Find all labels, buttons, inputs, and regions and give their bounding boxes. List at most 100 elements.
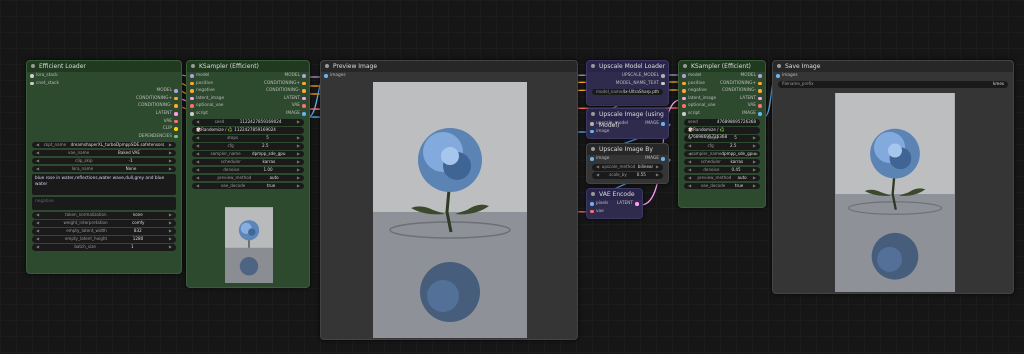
slot-input[interactable]: negative bbox=[679, 87, 722, 95]
increment-arrow-icon[interactable]: ▶ bbox=[169, 244, 172, 250]
increment-arrow-icon[interactable]: ▶ bbox=[753, 135, 756, 141]
decrement-arrow-icon[interactable]: ◀ bbox=[36, 228, 39, 234]
decrement-arrow-icon[interactable]: ◀ bbox=[36, 158, 39, 164]
widget[interactable]: ◀ sampler_name dpmpp_sde_gpu ▶ bbox=[684, 151, 760, 158]
widget[interactable]: ◀ scale_by 0.55 ▶ bbox=[592, 172, 663, 179]
output-dot[interactable] bbox=[302, 104, 306, 108]
widget[interactable]: ◀ cfg 2.5 ▶ bbox=[684, 143, 760, 150]
widget[interactable]: ◀ clip_skip -1 ▶ bbox=[32, 157, 176, 165]
decrement-arrow-icon[interactable]: ◀ bbox=[196, 151, 199, 157]
input-dot[interactable] bbox=[776, 74, 780, 78]
increment-arrow-icon[interactable]: ▶ bbox=[753, 183, 756, 189]
slot-input[interactable]: pixels bbox=[587, 200, 615, 208]
widget[interactable]: ◀ token_normalization none ▶ bbox=[32, 212, 176, 219]
widget[interactable]: ◀ denoise 1.00 ▶ bbox=[192, 167, 304, 174]
increment-arrow-icon[interactable]: ▶ bbox=[297, 159, 300, 165]
increment-arrow-icon[interactable]: ▶ bbox=[297, 151, 300, 157]
decrement-arrow-icon[interactable]: ◀ bbox=[36, 244, 39, 250]
seed-widget[interactable]: ◀ seed 1122427859169024 ▶ bbox=[192, 119, 304, 126]
slot-input[interactable]: positive bbox=[679, 80, 720, 88]
node-upscale-image-by[interactable]: Upscale Image By image IMAGE ◀ upscale_me… bbox=[586, 143, 669, 184]
slot-output[interactable]: VAE bbox=[27, 118, 181, 126]
increment-arrow-icon[interactable]: ▶ bbox=[656, 172, 659, 178]
widget[interactable]: ◀ empty_latent_height 1280 ▶ bbox=[32, 236, 176, 243]
decrement-arrow-icon[interactable]: ◀ bbox=[688, 175, 691, 181]
widget[interactable]: ◀ ckpt_name dreamshaperXL_turboDpmppSDE.sa… bbox=[32, 141, 176, 149]
decrement-arrow-icon[interactable]: ◀ bbox=[688, 167, 691, 173]
slot-input[interactable]: latent_image bbox=[679, 95, 722, 103]
widget[interactable]: ◀ preview_method auto ▶ bbox=[192, 175, 304, 182]
increment-arrow-icon[interactable]: ▶ bbox=[169, 158, 172, 164]
decrement-arrow-icon[interactable]: ◀ bbox=[36, 166, 39, 172]
slot-output[interactable]: LATENT bbox=[27, 110, 181, 118]
output-dot[interactable] bbox=[758, 96, 762, 101]
output-dot[interactable] bbox=[635, 202, 639, 206]
output-dot[interactable] bbox=[174, 104, 178, 108]
node-save-image[interactable]: Save Image images filename_prefix kmes bbox=[772, 60, 1014, 294]
node-ksampler-1[interactable]: KSampler (Efficient) model MODEL positive C… bbox=[186, 60, 310, 288]
input-dot[interactable] bbox=[682, 74, 686, 78]
output-dot[interactable] bbox=[758, 81, 762, 86]
output-dot[interactable] bbox=[174, 119, 178, 124]
decrement-arrow-icon[interactable]: ◀ bbox=[36, 236, 39, 242]
increment-arrow-icon[interactable]: ▶ bbox=[753, 175, 756, 181]
widget[interactable]: ◀ denoise 0.45 ▶ bbox=[684, 167, 760, 174]
increment-arrow-icon[interactable]: ▶ bbox=[297, 167, 300, 173]
filename-prefix-widget[interactable]: filename_prefix kmes bbox=[778, 81, 1008, 88]
slot-images[interactable]: images bbox=[321, 72, 577, 80]
slot-input[interactable]: lora_stack bbox=[27, 72, 181, 80]
input-dot[interactable] bbox=[590, 209, 594, 214]
decrement-arrow-icon[interactable]: ◀ bbox=[196, 159, 199, 165]
output-dot[interactable] bbox=[302, 89, 306, 93]
increment-arrow-icon[interactable]: ▶ bbox=[753, 167, 756, 173]
input-dot[interactable] bbox=[190, 89, 194, 93]
output-dot[interactable] bbox=[661, 74, 665, 78]
slot-output[interactable]: CONDITIONING- bbox=[722, 87, 765, 95]
model-name-widget[interactable]: model_name 4x-UltraSharp.pth bbox=[592, 88, 663, 96]
node-efficient-loader[interactable]: Efficient Loader lora_stack cnet_stack MO… bbox=[26, 60, 182, 274]
input-dot[interactable] bbox=[30, 81, 34, 86]
widget[interactable]: ◀ vae_decode true ▶ bbox=[684, 183, 760, 190]
input-dot[interactable] bbox=[590, 202, 594, 206]
node-upscale-model-loader[interactable]: Upscale Model Loader UPSCALE_MODEL MODEL_… bbox=[586, 60, 669, 106]
slot-output[interactable]: CONDITIONING+ bbox=[720, 80, 765, 88]
decrement-arrow-icon[interactable]: ◀ bbox=[196, 175, 199, 181]
input-dot[interactable] bbox=[682, 104, 686, 108]
output-dot[interactable] bbox=[758, 104, 762, 108]
input-dot[interactable] bbox=[190, 81, 194, 86]
output-dot[interactable] bbox=[174, 134, 178, 139]
decrement-arrow-icon[interactable]: ◀ bbox=[196, 119, 199, 125]
increment-arrow-icon[interactable]: ▶ bbox=[753, 159, 756, 165]
increment-arrow-icon[interactable]: ▶ bbox=[169, 166, 172, 172]
input-dot[interactable] bbox=[190, 111, 194, 116]
decrement-arrow-icon[interactable]: ◀ bbox=[36, 142, 39, 148]
slot-input[interactable]: positive bbox=[187, 80, 248, 88]
widget[interactable]: ◀ empty_latent_width 832 ▶ bbox=[32, 228, 176, 235]
slot-output[interactable]: LATENT bbox=[248, 95, 309, 103]
output-dot[interactable] bbox=[758, 89, 762, 93]
output-dot[interactable] bbox=[174, 96, 178, 101]
slot-output[interactable]: LATENT bbox=[615, 200, 643, 208]
randomize-button[interactable]: 🎲Randomize / ♻️ 1122427859169024 bbox=[192, 127, 304, 134]
widget[interactable]: ◀ batch_size 1 ▶ bbox=[32, 244, 176, 251]
output-dot[interactable] bbox=[302, 74, 306, 78]
input-dot[interactable] bbox=[682, 81, 686, 86]
decrement-arrow-icon[interactable]: ◀ bbox=[36, 220, 39, 226]
slot-output[interactable]: MODEL bbox=[722, 72, 765, 80]
decrement-arrow-icon[interactable]: ◀ bbox=[196, 167, 199, 173]
slot-output[interactable]: VAE bbox=[248, 102, 309, 110]
input-dot[interactable] bbox=[190, 104, 194, 108]
input-dot[interactable] bbox=[190, 74, 194, 78]
increment-arrow-icon[interactable]: ▶ bbox=[169, 142, 172, 148]
slot-output[interactable]: CLIP bbox=[27, 125, 181, 133]
widget[interactable]: ◀ upscale_method bilinear ▶ bbox=[592, 164, 663, 171]
decrement-arrow-icon[interactable]: ◀ bbox=[688, 143, 691, 149]
input-dot[interactable] bbox=[682, 96, 686, 101]
widget[interactable]: ◀ lora_name None ▶ bbox=[32, 165, 176, 173]
output-dot[interactable] bbox=[758, 74, 762, 78]
output-dot[interactable] bbox=[174, 111, 178, 116]
slot-input[interactable]: upscale_model bbox=[587, 120, 628, 128]
decrement-arrow-icon[interactable]: ◀ bbox=[196, 143, 199, 149]
input-dot[interactable] bbox=[590, 122, 594, 126]
widget[interactable]: ◀ sampler_name dpmpp_sde_gpu ▶ bbox=[192, 151, 304, 158]
